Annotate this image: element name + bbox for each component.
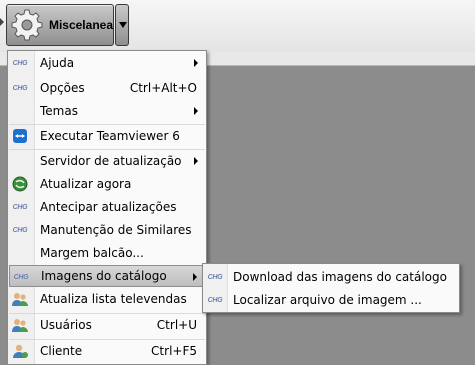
- menu-item-label: Antecipar atualizações: [40, 200, 177, 214]
- submenu-arrow-icon: [193, 273, 197, 281]
- menu-item-label: Atualizar agora: [40, 177, 132, 191]
- menu-item-label: Usuários: [40, 317, 92, 332]
- menu-item-shortcut: Ctrl+Alt+O: [129, 81, 197, 95]
- chg-icon: CHG: [207, 273, 223, 281]
- menu-item-temas[interactable]: Temas: [9, 100, 205, 122]
- submenu-arrow-icon: [194, 107, 198, 115]
- menu-item-margem-balcao[interactable]: Margem balcão...: [9, 242, 205, 264]
- menu-item-label: Margem balcão...: [40, 246, 144, 260]
- menu-item-antecipar-atualizacoes[interactable]: CHG Antecipar atualizações: [9, 196, 205, 218]
- chg-icon: CHG: [12, 203, 28, 211]
- menu-item-imagens-catalogo[interactable]: CHG Imagens do catálogo: [9, 265, 205, 287]
- menu-item-teamviewer[interactable]: Executar Teamviewer 6: [9, 124, 205, 146]
- miscelanea-label: Miscelanea: [48, 18, 113, 32]
- users-icon: [11, 291, 29, 307]
- chg-icon: CHG: [12, 226, 28, 234]
- menu-item-label: Opções: [40, 81, 85, 95]
- gear-icon: [11, 9, 43, 41]
- menu-item-label: Temas: [40, 104, 78, 118]
- submenu-arrow-icon: [194, 157, 198, 165]
- menu-item-servidor-atualizacao[interactable]: Servidor de atualização: [9, 149, 205, 171]
- miscelanea-button[interactable]: Miscelanea: [6, 4, 114, 46]
- teamviewer-icon: [11, 128, 29, 144]
- submenu-item-download-imagens[interactable]: CHG Download das imagens do catálogo: [204, 266, 458, 288]
- menu-item-atualiza-televendas[interactable]: Atualiza lista televendas: [9, 288, 205, 310]
- miscelanea-menu: CHG Ajuda CHG Opções Ctrl+Alt+O Temas Ex…: [7, 50, 207, 365]
- menu-item-label: Executar Teamviewer 6: [40, 128, 180, 143]
- toolbar: Miscelanea: [0, 0, 475, 52]
- chg-icon: CHG: [13, 273, 29, 281]
- scroll-left-arrow-icon[interactable]: [0, 18, 4, 26]
- menu-item-manutencao-similares[interactable]: CHG Manutenção de Similares: [9, 219, 205, 241]
- menu-item-usuarios[interactable]: Usuários Ctrl+U: [9, 313, 205, 335]
- submenu-arrow-icon: [194, 59, 198, 67]
- chg-icon: CHG: [12, 84, 28, 92]
- menu-item-label: Ajuda: [40, 56, 75, 70]
- menu-item-shortcut: Ctrl+U: [156, 317, 197, 332]
- users-icon: [11, 317, 29, 333]
- user-client-icon: [11, 343, 29, 359]
- miscelanea-dropdown-button[interactable]: [115, 4, 129, 46]
- menu-item-shortcut: Ctrl+F5: [151, 343, 197, 358]
- menu-item-label: Cliente: [40, 343, 83, 358]
- chg-icon: CHG: [12, 59, 28, 67]
- menu-item-label: Atualiza lista televendas: [40, 292, 187, 306]
- submenu-item-localizar-arquivo[interactable]: CHG Localizar arquivo de imagem ...: [204, 289, 458, 311]
- menu-item-cliente[interactable]: Cliente Ctrl+F5: [9, 339, 205, 361]
- submenu-item-label: Download das imagens do catálogo: [233, 270, 447, 284]
- menu-item-opcoes[interactable]: CHG Opções Ctrl+Alt+O: [9, 77, 205, 99]
- menu-item-label: Imagens do catálogo: [41, 269, 167, 283]
- menu-item-label: Manutenção de Similares: [40, 223, 192, 237]
- menu-item-ajuda[interactable]: CHG Ajuda: [9, 52, 205, 74]
- imagens-catalogo-submenu: CHG Download das imagens do catálogo CHG…: [202, 263, 460, 313]
- globe-refresh-icon: [11, 176, 29, 192]
- chg-icon: CHG: [207, 296, 223, 304]
- menu-item-label: Servidor de atualização: [40, 153, 182, 168]
- submenu-item-label: Localizar arquivo de imagem ...: [233, 293, 422, 307]
- menu-item-atualizar-agora[interactable]: Atualizar agora: [9, 173, 205, 195]
